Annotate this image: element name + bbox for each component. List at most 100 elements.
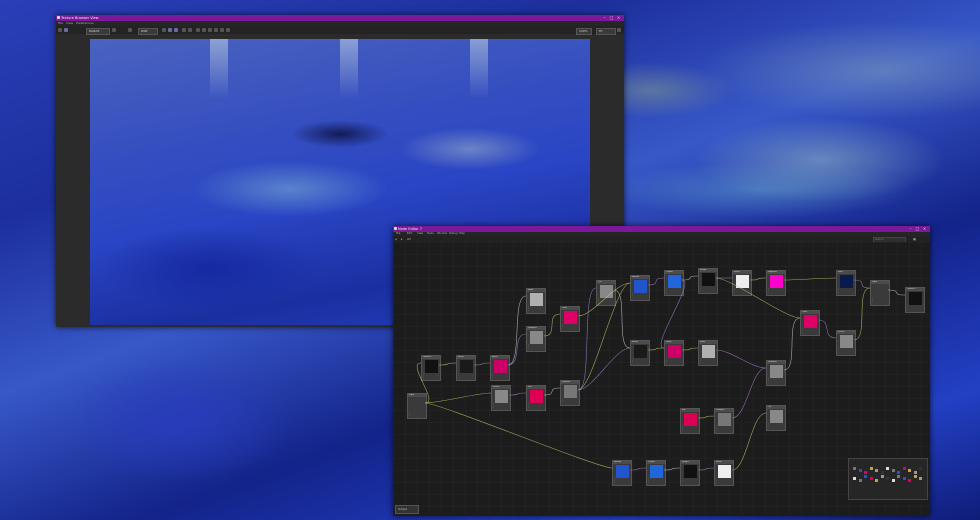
graph-minimap[interactable]	[848, 458, 928, 500]
node-preview	[529, 331, 543, 344]
graph-node[interactable]: White • • •	[714, 460, 734, 486]
graph-node[interactable]: Gradient • • •	[526, 326, 546, 352]
split-icon[interactable]	[174, 28, 178, 32]
graph-node[interactable]: Texture 1 • • •	[905, 287, 925, 313]
graph-node[interactable]: Noise • • •	[490, 355, 510, 381]
node-pin[interactable]: •	[457, 378, 475, 380]
color-icon[interactable]	[112, 28, 116, 32]
node-title: Color	[801, 311, 819, 314]
node-pin[interactable]: •	[647, 483, 665, 485]
graph-node[interactable]: Sharpen • • •	[714, 408, 734, 434]
node-pin[interactable]: •	[801, 333, 819, 335]
node-pin[interactable]: •	[631, 298, 649, 300]
graph-node[interactable]: White • • •	[732, 270, 752, 296]
node-pin[interactable]: •	[733, 293, 751, 295]
graph-node[interactable]: Normal • • •	[612, 460, 632, 486]
graph-node[interactable]: Mix • • •	[526, 385, 546, 411]
view-icon[interactable]	[168, 28, 172, 32]
graph-node[interactable]: Magenta • • •	[766, 270, 786, 296]
node-preview	[717, 465, 731, 478]
node-title: Magenta	[767, 271, 785, 274]
graph-node[interactable]: Blend • • •	[630, 340, 650, 366]
node-pin[interactable]: •	[613, 483, 631, 485]
node-title: Tile	[767, 406, 785, 409]
node-pin[interactable]: •	[527, 408, 545, 410]
lock-icon[interactable]	[162, 28, 166, 32]
node-pin[interactable]: •	[631, 363, 649, 365]
zoom-select[interactable]: 100%	[576, 27, 592, 35]
graph-node[interactable]: Sharpen • • •	[560, 380, 580, 406]
node-title: Levels	[492, 386, 510, 389]
graph-node[interactable]: Noise • • •	[664, 340, 684, 366]
crop-icon[interactable]	[128, 28, 132, 32]
graph-node[interactable]: Gradient • • •	[766, 360, 786, 386]
node-pin[interactable]: •	[699, 291, 717, 293]
graph-node[interactable]: Color • • •	[560, 306, 580, 332]
node-preview	[701, 273, 715, 286]
node-pin[interactable]: •	[491, 378, 509, 380]
circle-icon[interactable]	[188, 28, 192, 32]
graph-node[interactable]: Input • • •	[407, 393, 427, 419]
graph-node[interactable]: Levels • • •	[836, 330, 856, 356]
graph-node[interactable]: Tile • • •	[596, 280, 616, 306]
graph-node[interactable]: Mask • • •	[526, 288, 546, 314]
grid-icon[interactable]	[64, 28, 68, 32]
fit-icon[interactable]	[196, 28, 200, 32]
node-editor-window[interactable]: Node Editor 7 – □ × File Edit View Node …	[393, 226, 930, 516]
node-pin[interactable]: •	[767, 383, 785, 385]
output-chip[interactable]: Output	[395, 505, 419, 514]
node-preview	[803, 315, 817, 328]
save-icon[interactable]	[226, 28, 230, 32]
expand-icon[interactable]	[202, 28, 206, 32]
graph-node[interactable]: Dark • • •	[836, 270, 856, 296]
fit-button[interactable]: Fit	[596, 27, 616, 35]
node-preview	[424, 360, 438, 373]
node-pin[interactable]: •	[527, 349, 545, 351]
zoom-icon[interactable]	[182, 28, 186, 32]
open-icon[interactable]	[58, 28, 62, 32]
node-preview	[459, 360, 473, 373]
node-preview	[633, 280, 647, 293]
node-pin[interactable]: •	[561, 403, 579, 405]
graph-node[interactable]: Mask • • •	[698, 340, 718, 366]
node-pin[interactable]: •	[837, 353, 855, 355]
graph-node[interactable]: Mix • • •	[680, 408, 700, 434]
node-pin[interactable]: •	[681, 431, 699, 433]
node-pin[interactable]: •	[767, 293, 785, 295]
graph-node[interactable]: Normal • • •	[630, 275, 650, 301]
graph-node[interactable]: Input • • •	[870, 280, 890, 306]
node-pin[interactable]: •	[837, 293, 855, 295]
graph-node[interactable]: Tile • • •	[766, 405, 786, 431]
node-pin[interactable]: •	[561, 329, 579, 331]
settings-icon[interactable]	[617, 28, 621, 32]
node-pin[interactable]: •	[665, 363, 683, 365]
graph-node[interactable]: Texture 1 • • •	[421, 355, 441, 381]
graph-node[interactable]: Output • • •	[646, 460, 666, 486]
node-pin[interactable]: •	[906, 310, 924, 312]
node-pin[interactable]: •	[408, 416, 426, 418]
node-pin[interactable]: •	[699, 363, 717, 365]
node-pin[interactable]: •	[715, 431, 733, 433]
copy-icon[interactable]	[208, 28, 212, 32]
compare-icon[interactable]	[220, 28, 224, 32]
node-pin[interactable]: •	[665, 293, 683, 295]
minimap-node	[897, 475, 900, 478]
graph-node[interactable]: Height • • •	[680, 460, 700, 486]
graph-node[interactable]: Color • • •	[800, 310, 820, 336]
channel-select[interactable]: RGB	[138, 27, 158, 35]
node-pin[interactable]: •	[422, 378, 440, 380]
node-pin[interactable]: •	[527, 311, 545, 313]
graph-node[interactable]: Output • • •	[664, 270, 684, 296]
paste-icon[interactable]	[214, 28, 218, 32]
format-select[interactable]: RGBA8	[86, 27, 110, 35]
node-pin[interactable]: •	[492, 408, 510, 410]
graph-node[interactable]: Levels • • •	[491, 385, 511, 411]
graph-node[interactable]: Blend • • •	[456, 355, 476, 381]
node-pin[interactable]: •	[715, 483, 733, 485]
graph-node[interactable]: Height • • •	[698, 268, 718, 294]
node-pin[interactable]: •	[767, 428, 785, 430]
node-preview	[839, 275, 853, 288]
node-pin[interactable]: •	[681, 483, 699, 485]
node-pin[interactable]: •	[871, 303, 889, 305]
node-pin[interactable]: •	[597, 303, 615, 305]
